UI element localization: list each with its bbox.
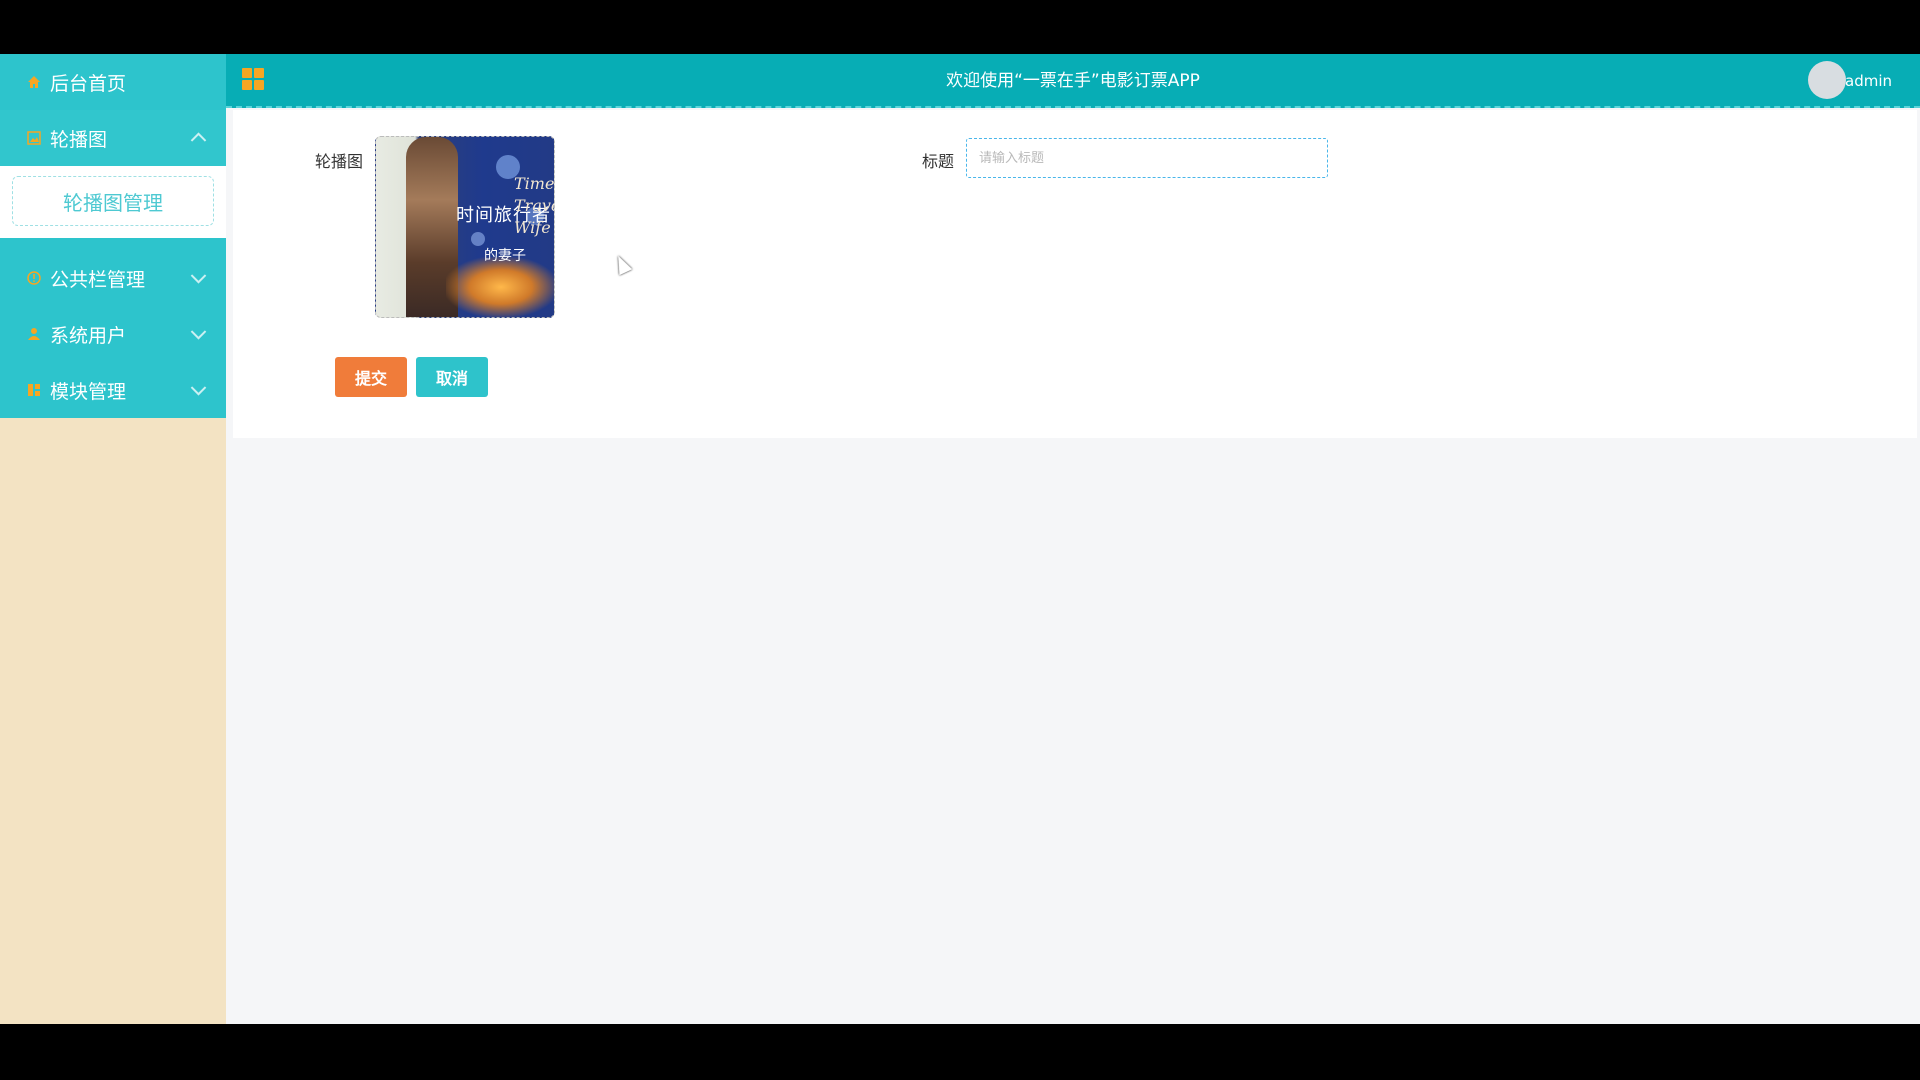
cancel-button[interactable]: 取消 xyxy=(416,357,488,397)
user-icon xyxy=(26,326,42,342)
info-icon xyxy=(26,270,42,286)
banner-label: 轮播图 xyxy=(315,152,364,171)
sidebar: 后台首页 轮播图 轮播图管理 公共栏管理 系统用户 模块管理 xyxy=(0,54,226,1024)
submenu: 轮播图管理 xyxy=(0,166,226,238)
sidebar-item-label: 轮播图 xyxy=(50,128,108,151)
image-icon xyxy=(26,130,42,146)
sidebar-item-label: 公共栏管理 xyxy=(50,268,146,291)
banner-cn-subtitle: 的妻子 xyxy=(484,248,526,264)
top-bar: 欢迎使用“一票在手”电影订票APP admin xyxy=(226,54,1920,108)
sidebar-item-label: 模块管理 xyxy=(50,380,127,403)
username[interactable]: admin xyxy=(1845,54,1892,108)
home-icon xyxy=(26,74,42,90)
chevron-down-icon xyxy=(190,268,207,284)
sidebar-item-bulletin[interactable]: 公共栏管理 xyxy=(0,250,226,306)
sidebar-subitem-carousel-manage[interactable]: 轮播图管理 xyxy=(12,176,214,226)
avatar[interactable] xyxy=(1808,61,1846,99)
banner-en-title: Time Traveler's Wife xyxy=(514,174,555,237)
sidebar-item-label: 系统用户 xyxy=(50,324,127,347)
title-label: 标题 xyxy=(922,152,955,171)
modules-icon xyxy=(26,382,42,398)
sidebar-item-home[interactable]: 后台首页 xyxy=(0,54,226,110)
sidebar-item-label: 后台首页 xyxy=(50,72,127,95)
chevron-down-icon xyxy=(190,324,207,340)
chevron-down-icon xyxy=(190,380,207,396)
app-window: 后台首页 轮播图 轮播图管理 公共栏管理 系统用户 模块管理 欢迎使用“一票在手… xyxy=(0,54,1920,1024)
title-input[interactable] xyxy=(966,138,1328,178)
sidebar-item-modules[interactable]: 模块管理 xyxy=(0,362,226,418)
banner-image-upload[interactable]: 时间旅行者 的妻子 Time Traveler's Wife xyxy=(375,136,555,318)
submit-button[interactable]: 提交 xyxy=(335,357,407,397)
welcome-title: 欢迎使用“一票在手”电影订票APP xyxy=(946,71,1200,91)
sidebar-item-users[interactable]: 系统用户 xyxy=(0,306,226,362)
form-card: 轮播图 时间旅行者 的妻子 Time Traveler's Wife 标题 提交… xyxy=(233,110,1917,438)
sidebar-item-carousel[interactable]: 轮播图 xyxy=(0,110,226,166)
chevron-up-icon xyxy=(190,132,207,148)
